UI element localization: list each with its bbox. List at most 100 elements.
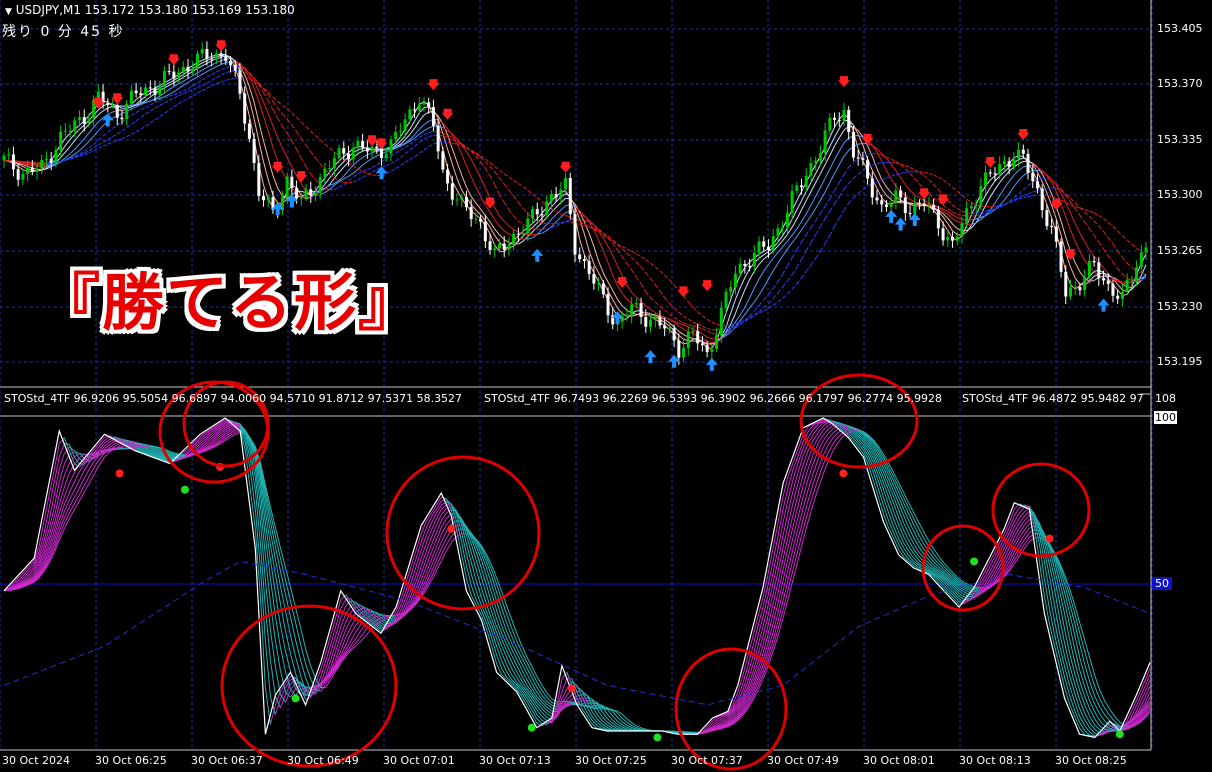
candle-body — [394, 131, 398, 140]
time-tick: 30 Oct 2024 — [2, 754, 71, 767]
candle-body — [493, 248, 497, 251]
candle-body — [1135, 267, 1139, 280]
stoch-ribbon-down — [74, 420, 1100, 736]
candle-body — [691, 330, 695, 333]
candle-body — [870, 178, 874, 198]
candle-body — [49, 159, 53, 163]
candle-body — [908, 213, 912, 215]
buy-arrow-icon — [885, 209, 898, 223]
candle-body — [219, 53, 223, 57]
stoch-ribbon-down — [114, 428, 1126, 734]
candle-body — [941, 228, 945, 241]
candle-body — [785, 212, 789, 228]
candle-body — [111, 104, 115, 106]
candle-body — [285, 176, 289, 197]
candle-body — [247, 123, 251, 139]
candle-body — [903, 197, 907, 214]
ohlc-label: 153.172 153.180 153.169 153.180 — [84, 3, 295, 17]
time-tick: 30 Oct 08:01 — [863, 754, 935, 767]
candle-body — [35, 168, 39, 172]
candle-body — [389, 139, 393, 154]
candle-body — [889, 202, 893, 207]
candle-body — [186, 66, 190, 72]
candle-body — [16, 169, 20, 180]
candle-body — [313, 193, 317, 196]
candle-body — [658, 316, 662, 326]
candle-body — [545, 201, 549, 215]
candle-body — [965, 208, 969, 224]
candle-body — [535, 209, 539, 215]
time-tick: 30 Oct 07:25 — [575, 754, 647, 767]
candle-body — [210, 58, 214, 60]
candle-body — [696, 330, 700, 344]
candle-body — [1017, 149, 1021, 159]
level-108-label: 108 — [1155, 392, 1176, 405]
time-tick: 30 Oct 08:25 — [1055, 754, 1127, 767]
candle-body — [1073, 287, 1077, 289]
sell-arrow-icon — [441, 108, 454, 120]
candle-body — [441, 151, 445, 170]
candle-body — [1092, 260, 1096, 263]
candle-body — [984, 172, 988, 187]
candle-body — [2, 155, 6, 161]
candle-body — [148, 87, 152, 89]
candle-body — [1087, 260, 1091, 277]
candle-body — [191, 68, 195, 72]
candle-body — [974, 205, 978, 207]
candle-body — [224, 56, 228, 62]
candle-body — [917, 202, 921, 204]
candle-body — [828, 117, 832, 131]
candle-body — [847, 109, 851, 132]
candle-body — [540, 214, 544, 216]
candle-body — [507, 244, 511, 250]
candle-body — [913, 202, 917, 214]
candle-body — [361, 140, 365, 148]
candle-body — [1125, 279, 1129, 292]
candle-body — [1111, 283, 1115, 296]
candle-body — [262, 195, 266, 201]
candle-body — [427, 102, 431, 108]
candle-body — [252, 138, 256, 163]
price-tick: 153.230 — [1157, 300, 1203, 313]
buy-signal-dot — [653, 733, 662, 742]
candle-body — [21, 173, 25, 180]
candle-body — [748, 265, 752, 267]
candle-body — [502, 243, 506, 250]
candle-body — [1050, 226, 1054, 228]
candle-body — [851, 131, 855, 158]
candle-body — [649, 320, 653, 327]
buy-arrow-icon — [101, 113, 114, 127]
candle-body — [450, 183, 454, 200]
chart-header: ▼ USDJPY,M1 153.172 153.180 153.169 153.… — [5, 3, 295, 17]
price-tick: 153.370 — [1157, 77, 1203, 90]
sell-signal-dot — [447, 524, 456, 533]
candle-body — [436, 125, 440, 152]
annotation-circle — [385, 455, 541, 611]
candle-body — [578, 254, 582, 260]
candle-body — [125, 103, 129, 120]
sell-signal-dot — [839, 469, 848, 478]
candle-body — [993, 173, 997, 175]
time-tick: 30 Oct 07:49 — [767, 754, 839, 767]
indicator-label-1: STOStd_4TF 96.9206 95.5054 96.6897 94.00… — [4, 392, 463, 405]
price-tick: 153.265 — [1157, 244, 1203, 257]
sell-arrow-icon — [918, 188, 931, 200]
candle-body — [129, 90, 133, 104]
candle-body — [1116, 295, 1120, 299]
candle-body — [139, 93, 143, 96]
candle-body — [214, 53, 218, 60]
triangle-down-icon[interactable]: ▼ — [5, 7, 12, 17]
price-tick: 153.335 — [1157, 133, 1203, 146]
candle-body — [512, 233, 516, 245]
sell-arrow-icon — [1017, 129, 1030, 141]
candle-body — [455, 199, 459, 201]
candle-body — [290, 176, 294, 188]
candle-body — [120, 117, 124, 120]
candle-body — [823, 130, 827, 153]
sell-arrow-icon — [937, 194, 950, 206]
candle-body — [795, 185, 799, 192]
candle-body — [144, 87, 148, 96]
candle-body — [715, 335, 719, 349]
candle-body — [200, 49, 204, 54]
sell-arrow-icon — [215, 40, 228, 52]
